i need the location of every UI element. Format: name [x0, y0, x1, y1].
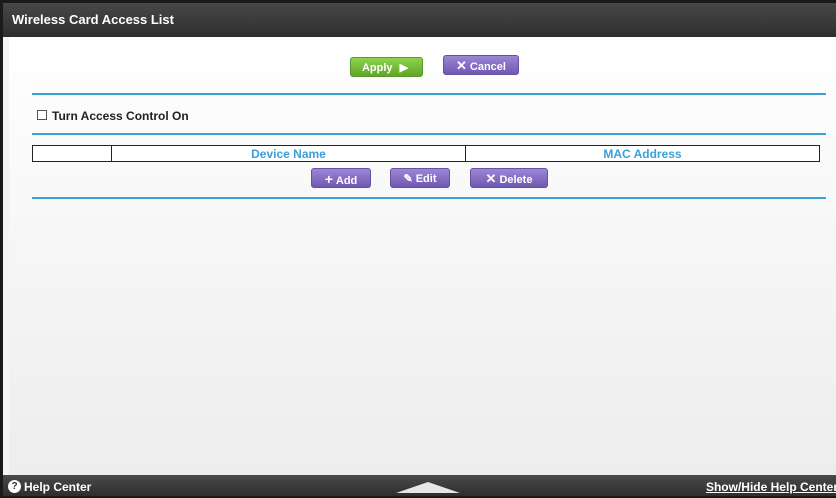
- table-header-row: Device Name MAC Address: [32, 145, 820, 162]
- divider-bottom: [32, 197, 826, 199]
- add-label: Add: [335, 175, 358, 187]
- play-arrow-icon: ▶: [399, 62, 409, 74]
- up-triangle-icon[interactable]: [396, 482, 460, 493]
- edit-button[interactable]: ✎ Edit: [390, 168, 450, 188]
- add-button[interactable]: + Add: [311, 168, 371, 188]
- edit-label: Edit: [415, 173, 437, 185]
- show-hide-help-center-link[interactable]: Show/Hide Help Center: [706, 480, 836, 494]
- divider-middle: [32, 133, 826, 135]
- access-list-table: Device Name MAC Address: [32, 145, 820, 162]
- access-control-label: Turn Access Control On: [52, 109, 189, 123]
- access-control-checkbox[interactable]: [37, 110, 47, 120]
- mac-address-column-header[interactable]: MAC Address: [465, 145, 820, 162]
- pencil-icon: ✎: [403, 173, 413, 185]
- help-center-label[interactable]: Help Center: [24, 480, 91, 494]
- cancel-label: Cancel: [469, 61, 506, 73]
- title-bar: Wireless Card Access List: [3, 3, 836, 37]
- device-name-column-header[interactable]: Device Name: [111, 145, 466, 162]
- divider-top: [32, 93, 826, 95]
- page-title: Wireless Card Access List: [12, 12, 174, 27]
- cancel-button[interactable]: ✕ Cancel: [443, 55, 519, 75]
- question-circle-icon[interactable]: ?: [8, 480, 21, 493]
- app-frame: Wireless Card Access List Apply ▶ ✕ Cance…: [0, 0, 836, 498]
- delete-button[interactable]: ✕ Delete: [470, 168, 548, 188]
- help-center-bar: ? Help Center Show/Hide Help Center: [3, 475, 836, 496]
- plus-icon: +: [324, 171, 333, 187]
- apply-button[interactable]: Apply ▶: [350, 57, 423, 77]
- apply-label: Apply: [361, 62, 393, 74]
- x-icon: ✕: [456, 58, 467, 73]
- delete-label: Delete: [499, 174, 533, 186]
- select-column-header: [32, 145, 112, 162]
- x-icon: ✕: [485, 171, 497, 186]
- main-content: Apply ▶ ✕ Cancel Turn Access Control On D…: [9, 37, 836, 475]
